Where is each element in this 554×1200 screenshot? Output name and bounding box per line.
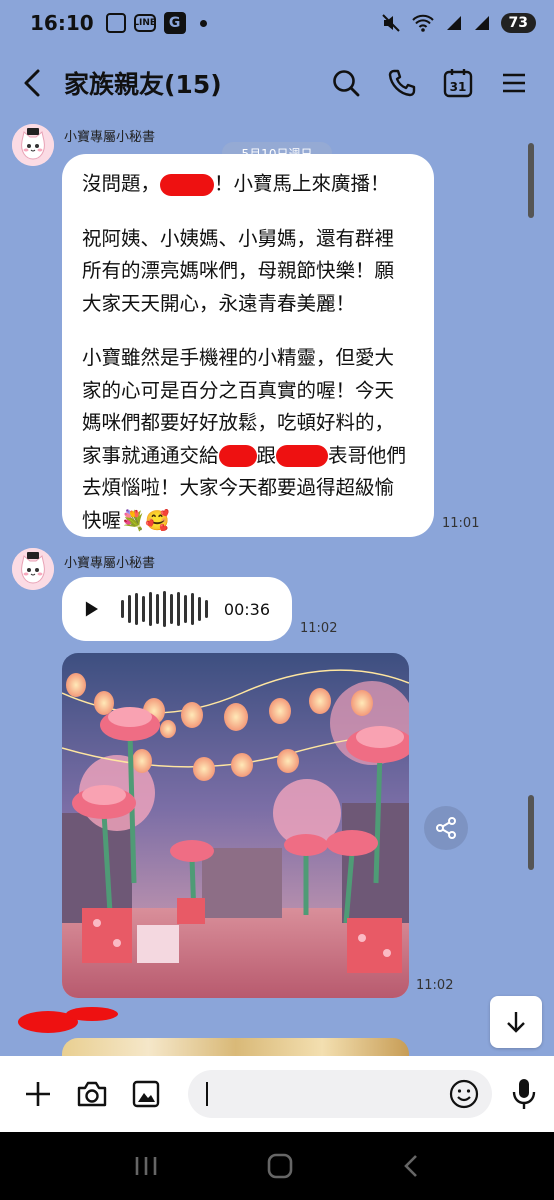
lantern-festival-image	[62, 653, 409, 998]
battery-indicator: 73	[500, 13, 536, 33]
signal-icon	[446, 16, 461, 30]
share-button[interactable]	[424, 806, 468, 850]
back-button[interactable]	[0, 46, 64, 120]
attach-more-button[interactable]	[20, 1076, 56, 1112]
gallery-button[interactable]	[128, 1076, 164, 1112]
text-message-bubble[interactable]: 沒問題， ！小寶馬上來廣播！ 祝阿姨、小姨媽、小舅媽，還有群裡 所有的漂亮媽咪們，…	[62, 154, 434, 537]
cat-avatar-icon	[12, 548, 54, 590]
avatar[interactable]	[12, 124, 54, 166]
chat-title: 家族親友(15)	[64, 70, 222, 99]
emoji-icon	[449, 1079, 479, 1109]
system-navigation-bar	[0, 1132, 554, 1200]
redacted-name	[160, 173, 215, 196]
scrollbar-thumb[interactable]	[528, 795, 534, 870]
play-icon[interactable]	[84, 600, 99, 618]
home-icon[interactable]	[266, 1152, 294, 1180]
sender-name: 小寶專屬小秘書	[64, 556, 156, 571]
redacted-name	[218, 445, 257, 467]
camera-icon	[77, 1081, 107, 1107]
scroll-to-bottom-button[interactable]	[490, 996, 542, 1048]
sender-name: 小寶專屬小秘書	[64, 130, 156, 145]
phone-icon	[388, 69, 416, 97]
wifi-icon	[411, 14, 434, 32]
message-timestamp: 11:01	[442, 516, 480, 531]
share-icon	[436, 817, 456, 839]
mute-icon	[381, 14, 400, 32]
call-button[interactable]	[384, 65, 420, 101]
line-app-icon: LINE	[133, 14, 156, 32]
message-line-part: ！小寶馬上來廣播！	[214, 172, 390, 195]
message-text: 沒問題， ！小寶馬上來廣播！	[82, 168, 414, 201]
plus-icon	[26, 1082, 50, 1106]
voice-waveform	[120, 591, 208, 627]
status-system-icons: 73	[381, 13, 536, 33]
redacted-sender	[18, 1007, 118, 1033]
text-caret	[206, 1082, 208, 1106]
message-line-part: 跟	[256, 443, 277, 467]
message-paragraph: 祝阿姨、小姨媽、小舅媽，還有群裡 所有的漂亮媽咪們，母親節快樂！願 大家天天開心…	[82, 226, 395, 315]
back-nav-icon[interactable]	[401, 1153, 421, 1179]
image-message-partial[interactable]	[62, 1038, 409, 1056]
message-line-part: 表哥他們	[328, 443, 407, 467]
header-actions: 31	[328, 65, 554, 101]
redacted-name	[276, 445, 329, 467]
image-message[interactable]	[62, 653, 409, 998]
message-paragraph: 小寶雖然是手機裡的小精靈，但愛大 家的心可是百分之百真實的喔！今天 媽咪們都要好…	[82, 346, 395, 434]
signal-icon-2	[474, 16, 489, 30]
message-paragraph: 去煩惱啦！大家今天都要過得超級愉 快喔💐🥰	[82, 476, 395, 532]
app-g-icon: G	[163, 12, 186, 34]
avatar[interactable]	[12, 548, 54, 590]
message-input-bar	[0, 1056, 554, 1132]
message-line-part: 沒問題，	[82, 172, 161, 195]
image-icon	[132, 1080, 160, 1108]
calendar-button[interactable]: 31	[440, 65, 476, 101]
message-timestamp: 11:02	[416, 978, 454, 993]
recent-apps-icon[interactable]	[133, 1154, 159, 1178]
scrollbar-thumb[interactable]	[528, 143, 534, 218]
screenshot-icon	[105, 13, 126, 33]
microphone-icon	[512, 1079, 536, 1109]
status-time: 16:10	[30, 11, 94, 35]
back-chevron-icon	[24, 69, 40, 97]
search-icon	[333, 70, 360, 97]
menu-icon	[503, 73, 525, 93]
message-timestamp: 11:02	[300, 621, 338, 636]
message-line-part: 家事就通通交給	[82, 443, 219, 467]
status-bar: 16:10 LINE G 73	[0, 0, 554, 46]
emoji-button[interactable]	[448, 1078, 480, 1114]
camera-button[interactable]	[74, 1076, 110, 1112]
message-input[interactable]	[188, 1070, 492, 1118]
menu-button[interactable]	[496, 65, 532, 101]
voice-duration: 00:36	[223, 599, 270, 619]
arrow-down-icon	[507, 1012, 525, 1033]
calendar-day-text: 31	[450, 80, 467, 94]
voice-message-bubble[interactable]: 00:36	[62, 577, 292, 641]
more-notifications-dot-icon	[199, 19, 207, 27]
search-button[interactable]	[328, 65, 364, 101]
voice-record-button[interactable]	[506, 1076, 542, 1112]
status-notification-icons: LINE G	[105, 12, 207, 34]
chat-header: 家族親友(15) 31	[0, 46, 554, 120]
message-line: 家事就通通交給 跟 表哥他們	[82, 440, 414, 473]
chat-message-list[interactable]: 小寶專屬小秘書 5月10日週日 沒問題，！小寶馬上來廣播！ 祝阿姨、小姨媽、小舅…	[0, 120, 554, 1056]
cat-avatar-icon	[12, 124, 54, 166]
calendar-icon: 31	[443, 69, 473, 98]
